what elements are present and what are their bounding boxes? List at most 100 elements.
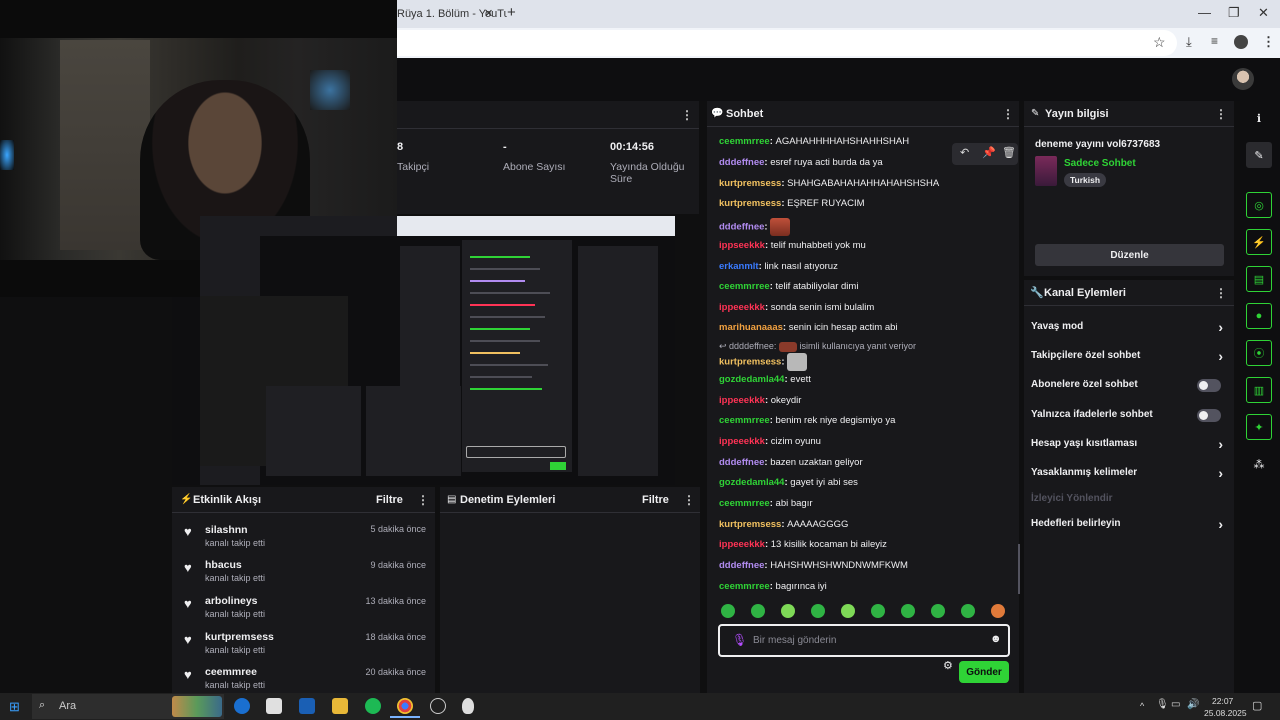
chrome-icon[interactable] xyxy=(397,698,413,714)
edit-button[interactable]: Düzenle xyxy=(1035,244,1224,266)
chat-message[interactable]: ippeeekkk: sonda senin ismi bulalim xyxy=(719,302,874,313)
followers-only-row[interactable]: Takipçilere özel sohbet › xyxy=(1031,348,1227,364)
info-icon[interactable]: ℹ xyxy=(1246,105,1272,131)
emote-icon[interactable] xyxy=(871,604,885,618)
chat-message[interactable]: dddeffnee: esref ruya acti burda da ya xyxy=(719,157,883,168)
more-actions-icon[interactable]: ⁂ xyxy=(1246,451,1272,477)
chat-message[interactable]: ceemmrree: AGAHAHHHHAHSHAHHSHAH xyxy=(719,136,909,147)
category-name[interactable]: Sadece Sohbet xyxy=(1064,158,1136,169)
address-bar[interactable] xyxy=(397,30,1177,56)
chat-message[interactable]: erkanmlt: link nasıl atıyoruz xyxy=(719,261,838,272)
account-age-row[interactable]: Hesap yaşı kısıtlaması › xyxy=(1031,436,1227,452)
emote-icon[interactable] xyxy=(901,604,915,618)
emote-icon[interactable] xyxy=(841,604,855,618)
subscribers-only-row[interactable]: Abonelere özel sohbet xyxy=(1031,379,1227,392)
chat-message[interactable]: dddeffnee: HAHSHWHSHWNDNWMFKWM xyxy=(719,560,908,571)
chat-message[interactable]: gozdedamla44: evett xyxy=(719,374,811,385)
chat-input-box[interactable]: 🎙 Bir mesaj gönderin ☻ xyxy=(718,624,1010,657)
chat-message[interactable]: ippeeekkk: okeydir xyxy=(719,395,801,406)
chat-message[interactable]: gozdedamla44: gayet iyi abi ses xyxy=(719,477,858,488)
chat-icon[interactable]: ● xyxy=(1246,303,1272,329)
chat-settings-gear-icon[interactable]: ⚙ xyxy=(943,659,953,672)
chat-message[interactable]: kurtpremsess: SHAHGABAHAHAHHAHAHSHSHA xyxy=(719,178,939,189)
emote-icon[interactable] xyxy=(751,604,765,618)
browser-tab[interactable]: Rüya 1. Bölüm - YouTu xyxy=(397,0,525,28)
layout-icon[interactable]: ▥ xyxy=(1246,377,1272,403)
chat-message[interactable]: ceemmrree: abi bagır xyxy=(719,498,813,509)
taskbar-search[interactable]: ⌕ Ara xyxy=(32,694,224,719)
stream-info-menu-icon[interactable]: ⋮ xyxy=(1215,107,1227,121)
app-icon[interactable] xyxy=(462,698,474,714)
moderation-filter-button[interactable]: Filtre xyxy=(642,494,669,506)
event-user[interactable]: silashnn xyxy=(205,524,248,536)
edge-icon[interactable] xyxy=(234,698,250,714)
chat-message[interactable]: kurtpremsess: EŞREF RUYACIM xyxy=(719,198,865,209)
send-button[interactable]: Gönder xyxy=(959,661,1009,683)
clip-icon[interactable]: ◎ xyxy=(1246,192,1272,218)
volume-icon[interactable]: 🔊 xyxy=(1187,699,1199,710)
marker-icon[interactable]: ▤ xyxy=(1246,266,1272,292)
event-user[interactable]: kurtpremsess xyxy=(205,631,274,643)
close-window-icon[interactable]: ✕ xyxy=(1258,5,1269,21)
new-tab-icon[interactable]: + xyxy=(507,4,516,21)
chat-message[interactable]: ceemmrree: telif atabiliyolar dimi xyxy=(719,281,858,292)
store-icon[interactable] xyxy=(266,698,282,714)
chat-message[interactable]: dddeffnee: bazen uzaktan geliyor xyxy=(719,457,863,468)
file-explorer-icon[interactable] xyxy=(332,698,348,714)
subscribers-only-toggle[interactable] xyxy=(1197,379,1221,392)
chat-message[interactable]: ceemmrree: benim rek niye degismiyo ya xyxy=(719,415,895,426)
browser-menu-icon[interactable]: ⋮ xyxy=(1262,34,1275,50)
download-icon[interactable]: ⤓ xyxy=(1186,34,1192,50)
spotify-icon[interactable] xyxy=(365,698,381,714)
category-thumbnail[interactable] xyxy=(1035,156,1057,186)
chat-message[interactable]: marihuanaaas: senin icin hesap actim abi xyxy=(719,322,898,333)
clock-date[interactable]: 25.08.2025 xyxy=(1204,708,1247,718)
media-icon[interactable]: ≡ xyxy=(1211,34,1218,48)
tray-chevron-icon[interactable]: ^ xyxy=(1140,701,1144,711)
chat-message[interactable]: ippeeekkk: 13 kisilik kocaman bi aileyiz xyxy=(719,539,887,550)
minimize-icon[interactable]: — xyxy=(1198,5,1211,20)
chat-message[interactable]: ceemmrree: bagırınca iyi xyxy=(719,581,827,592)
obs-icon[interactable] xyxy=(430,698,446,714)
close-tab-icon[interactable]: ✕ xyxy=(484,7,493,20)
wrench-icon[interactable]: ✦ xyxy=(1246,414,1272,440)
microphone-tray-icon[interactable]: 🎙 xyxy=(1156,699,1169,710)
set-goals-row[interactable]: Hedefleri belirleyin › xyxy=(1031,516,1227,532)
activity-filter-button[interactable]: Filtre xyxy=(376,494,403,506)
windows-start-icon[interactable]: ⊞ xyxy=(9,699,20,715)
network-icon[interactable]: ▭ xyxy=(1171,699,1180,710)
delete-icon[interactable]: 🗑 xyxy=(1002,146,1016,159)
chat-message[interactable]: kurtpremsess: AAAAAGGGG xyxy=(719,519,848,530)
emote-icon[interactable] xyxy=(961,604,975,618)
bookmark-star-icon[interactable]: ☆ xyxy=(1153,34,1166,51)
stats-menu-icon[interactable]: ⋮ xyxy=(681,108,693,122)
emote-icon[interactable] xyxy=(781,604,795,618)
profile-icon[interactable] xyxy=(1234,35,1248,49)
emote-only-toggle[interactable] xyxy=(1197,409,1221,422)
chat-message[interactable]: ippseekkk: telif muhabbeti yok mu xyxy=(719,240,866,251)
chat-message[interactable]: kurtpremsess: xyxy=(719,353,808,371)
emoji-icon[interactable]: ☻ xyxy=(990,633,1002,645)
channel-actions-menu-icon[interactable]: ⋮ xyxy=(1215,286,1227,300)
ad-bolt-icon[interactable]: ⚡ xyxy=(1246,229,1272,255)
emote-icon[interactable] xyxy=(811,604,825,618)
chat-scrollbar[interactable] xyxy=(1018,544,1020,594)
notification-icon[interactable]: ▢ xyxy=(1252,699,1262,712)
restore-icon[interactable]: ❐ xyxy=(1228,5,1240,21)
activity-menu-icon[interactable]: ⋮ xyxy=(417,493,429,507)
chat-message[interactable]: dddeffnee: xyxy=(719,218,791,236)
outlook-icon[interactable] xyxy=(299,698,315,714)
clock-time[interactable]: 22:07 xyxy=(1212,696,1233,706)
event-user[interactable]: ceemmree xyxy=(205,666,257,678)
stream-preview[interactable] xyxy=(200,216,675,485)
broadcast-icon[interactable]: ⦿ xyxy=(1246,340,1272,366)
edit-icon[interactable]: ✎ xyxy=(1246,142,1272,168)
event-user[interactable]: arbolineys xyxy=(205,595,258,607)
emote-icon[interactable] xyxy=(991,604,1005,618)
emote-icon[interactable] xyxy=(931,604,945,618)
microphone-icon[interactable]: 🎙 xyxy=(732,633,747,647)
slow-mode-row[interactable]: Yavaş mod › xyxy=(1031,319,1227,335)
pin-icon[interactable]: 📌 xyxy=(982,146,996,159)
moderation-menu-icon[interactable]: ⋮ xyxy=(683,493,695,507)
reply-icon[interactable]: ↶ xyxy=(960,146,969,159)
